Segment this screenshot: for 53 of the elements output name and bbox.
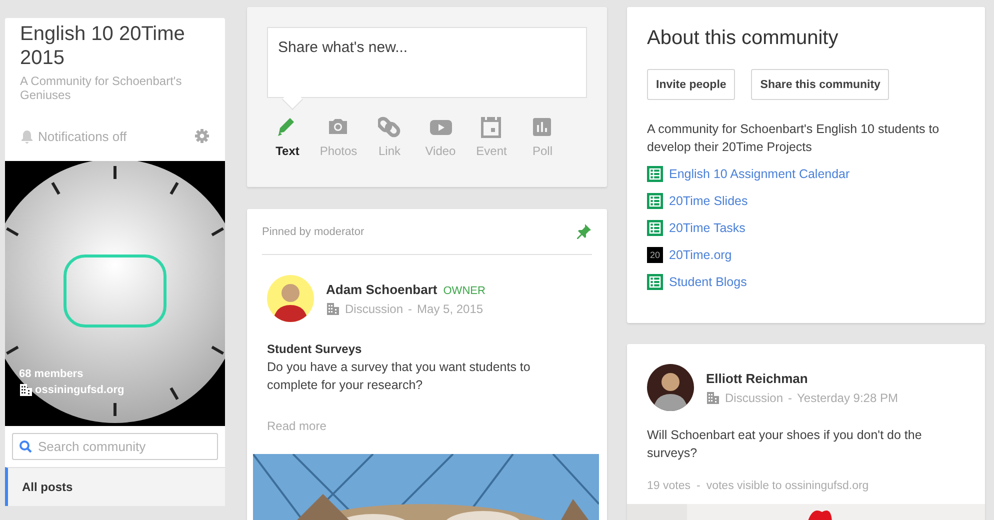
post-type-button[interactable]: Event — [471, 116, 512, 158]
post-type-button[interactable]: Photos — [318, 116, 359, 158]
site-icon: 20 — [647, 247, 663, 263]
search-field[interactable]: Search community — [12, 433, 218, 460]
spreadsheet-icon — [647, 166, 663, 182]
section-title: About this community — [647, 27, 840, 50]
read-more-link[interactable]: Read more — [267, 419, 326, 433]
building-icon — [706, 390, 720, 404]
author-name[interactable]: Elliott Reichman — [706, 370, 808, 386]
post-type-button[interactable]: Text — [267, 116, 308, 158]
post-text: Do you have a survey that you want students to complete for your research? — [267, 359, 532, 394]
post-type-button[interactable]: Link — [369, 116, 410, 158]
category-link[interactable]: Discussion — [345, 302, 404, 316]
settings-icon[interactable] — [194, 128, 210, 144]
separator: - — [788, 390, 792, 404]
domain-label: ossiningufsd.org — [35, 384, 124, 396]
building-icon — [326, 302, 340, 316]
post-date: Yesterday 9:28 PM — [797, 390, 898, 404]
spreadsheet-icon — [647, 274, 663, 290]
share-field[interactable]: Share what's new... — [267, 27, 587, 98]
notifications-toggle[interactable]: Notifications off — [38, 128, 127, 144]
bar-chart-icon — [531, 116, 554, 139]
community-title: English 10 20Time 2015 — [20, 22, 186, 70]
vote-visibility: votes visible to ossiningufsd.org — [706, 480, 869, 492]
post-text: Will Schoenbart eat your shoes if you don't do the surveys? — [647, 427, 923, 462]
pin-icon — [576, 223, 592, 240]
post-title: Student Surveys — [267, 342, 363, 356]
separator: - — [696, 480, 700, 492]
author-name[interactable]: Adam Schoenbart — [326, 282, 438, 296]
resource-link[interactable]: 20Time Slides — [669, 194, 748, 208]
category-link[interactable]: Discussion — [725, 390, 784, 404]
pinned-label: Pinned by moderator — [262, 226, 364, 238]
community-subtitle: A Community for Schoenbart's Geniuses — [20, 74, 183, 102]
post-type-button[interactable]: Video — [420, 116, 461, 158]
member-count: 68 members — [19, 368, 84, 380]
action-button[interactable]: Share this community — [751, 69, 890, 100]
link-icon — [378, 116, 401, 139]
role-label: OWNER — [443, 284, 486, 296]
building-icon — [19, 383, 33, 397]
separator: - — [408, 302, 412, 316]
vote-count: 19 votes — [647, 480, 690, 492]
calendar-icon — [480, 116, 503, 139]
resource-link[interactable]: 20Time Tasks — [669, 221, 746, 235]
sidebar-item[interactable]: All posts — [5, 467, 225, 506]
post-date: May 5, 2015 — [417, 302, 484, 316]
resource-link[interactable]: Student Blogs — [669, 275, 747, 289]
post-type-button[interactable]: Poll — [522, 116, 563, 158]
spreadsheet-icon — [647, 193, 663, 209]
community-description: A community for Schoenbart's English 10 students to develop their 20Time Projects — [647, 121, 940, 156]
resource-link[interactable]: 20Time.org — [669, 248, 732, 262]
spreadsheet-icon — [647, 220, 663, 236]
resource-link[interactable]: English 10 Assignment Calendar — [669, 167, 850, 181]
action-button[interactable]: Invite people — [647, 69, 736, 100]
